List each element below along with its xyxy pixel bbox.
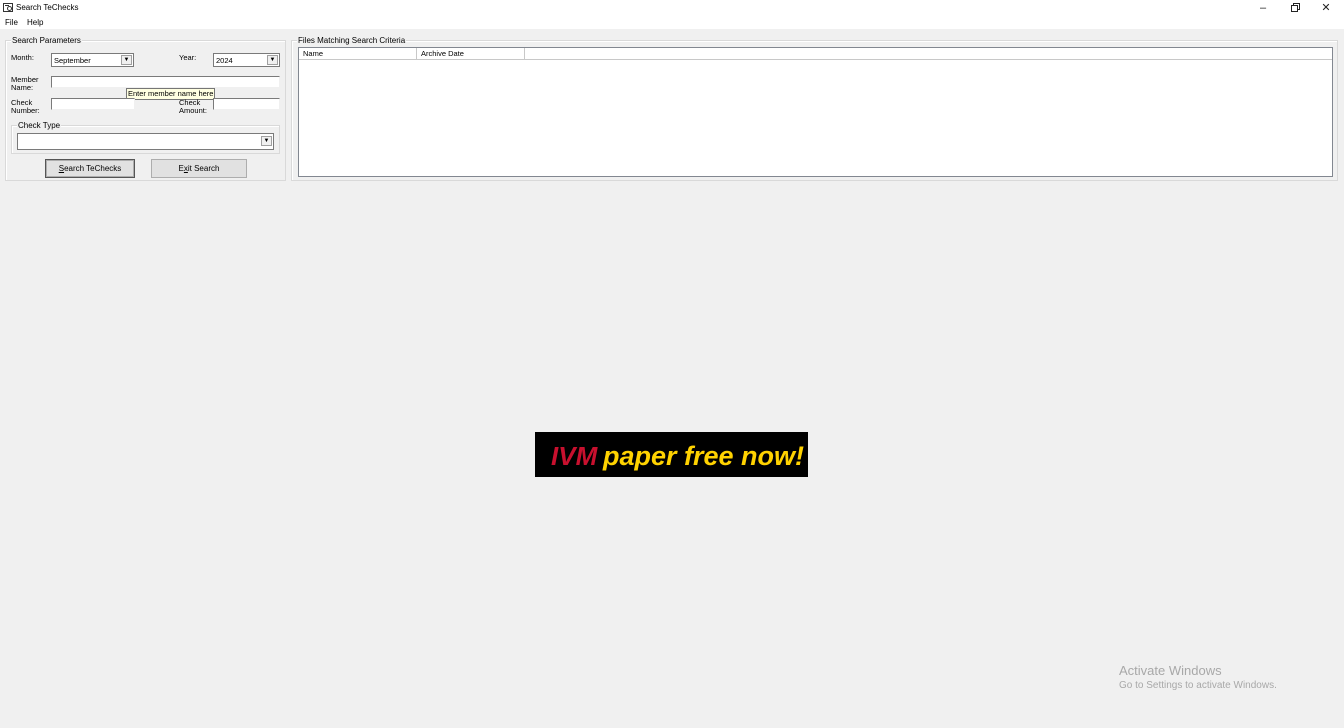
- menu-file[interactable]: File: [5, 18, 18, 27]
- results-title: Files Matching Search Criteria: [297, 36, 407, 45]
- chevron-down-icon[interactable]: ▼: [267, 55, 278, 65]
- ivm-banner-logo: IVM paper free now!: [535, 432, 808, 477]
- member-name-label: Member Name:: [11, 75, 39, 92]
- month-value: September: [54, 56, 91, 65]
- month-dropdown[interactable]: September ▼: [51, 53, 134, 67]
- app-icon: [3, 3, 13, 12]
- ivm-logo-icon: IVM paper free now!: [551, 441, 804, 471]
- results-list-header: Name Archive Date: [299, 48, 1332, 60]
- close-button[interactable]: ✕: [1311, 0, 1341, 15]
- close-icon: ✕: [1321, 2, 1331, 14]
- title-bar: Search TeChecks – ✕: [0, 0, 1344, 15]
- check-type-group: Check Type ▼: [11, 121, 280, 154]
- check-number-label: Check Number:: [11, 98, 40, 115]
- watermark-subtitle: Go to Settings to activate Windows.: [1119, 680, 1277, 691]
- check-amount-input[interactable]: [213, 98, 280, 110]
- minimize-button[interactable]: –: [1248, 0, 1278, 15]
- member-name-input[interactable]: [51, 76, 280, 88]
- activate-windows-watermark: Activate Windows Go to Settings to activ…: [1119, 663, 1277, 692]
- menu-help[interactable]: Help: [27, 18, 43, 27]
- window-title: Search TeChecks: [16, 3, 79, 12]
- results-group: Files Matching Search Criteria Name Arch…: [291, 36, 1338, 181]
- check-number-input[interactable]: [51, 98, 135, 110]
- check-amount-label: Check Amount:: [179, 98, 207, 115]
- minimize-icon: –: [1259, 1, 1267, 14]
- restore-icon: [1290, 3, 1300, 12]
- menu-bar: File Help: [0, 15, 1344, 29]
- year-dropdown[interactable]: 2024 ▼: [213, 53, 280, 67]
- restore-button[interactable]: [1280, 0, 1310, 15]
- check-type-title: Check Type: [17, 121, 62, 130]
- banner-tagline: paper free now!: [602, 441, 804, 471]
- year-value: 2024: [216, 56, 233, 65]
- column-header-archive-date[interactable]: Archive Date: [417, 48, 525, 59]
- year-label: Year:: [179, 53, 197, 62]
- chevron-down-icon[interactable]: ▼: [261, 136, 272, 146]
- column-header-name[interactable]: Name: [299, 48, 417, 59]
- check-type-dropdown[interactable]: ▼: [17, 133, 274, 150]
- exit-search-button[interactable]: Ex it Search: [151, 159, 247, 178]
- search-techecks-button[interactable]: Search TeChecks: [45, 159, 135, 178]
- chevron-down-icon[interactable]: ▼: [121, 55, 132, 65]
- month-label: Month:: [11, 53, 34, 62]
- results-list[interactable]: Name Archive Date: [298, 47, 1333, 177]
- search-parameters-group: Search Parameters Month: September ▼ Yea…: [5, 36, 286, 181]
- banner-brand: IVM: [551, 441, 599, 471]
- watermark-title: Activate Windows: [1119, 663, 1222, 678]
- search-parameters-title: Search Parameters: [11, 36, 82, 45]
